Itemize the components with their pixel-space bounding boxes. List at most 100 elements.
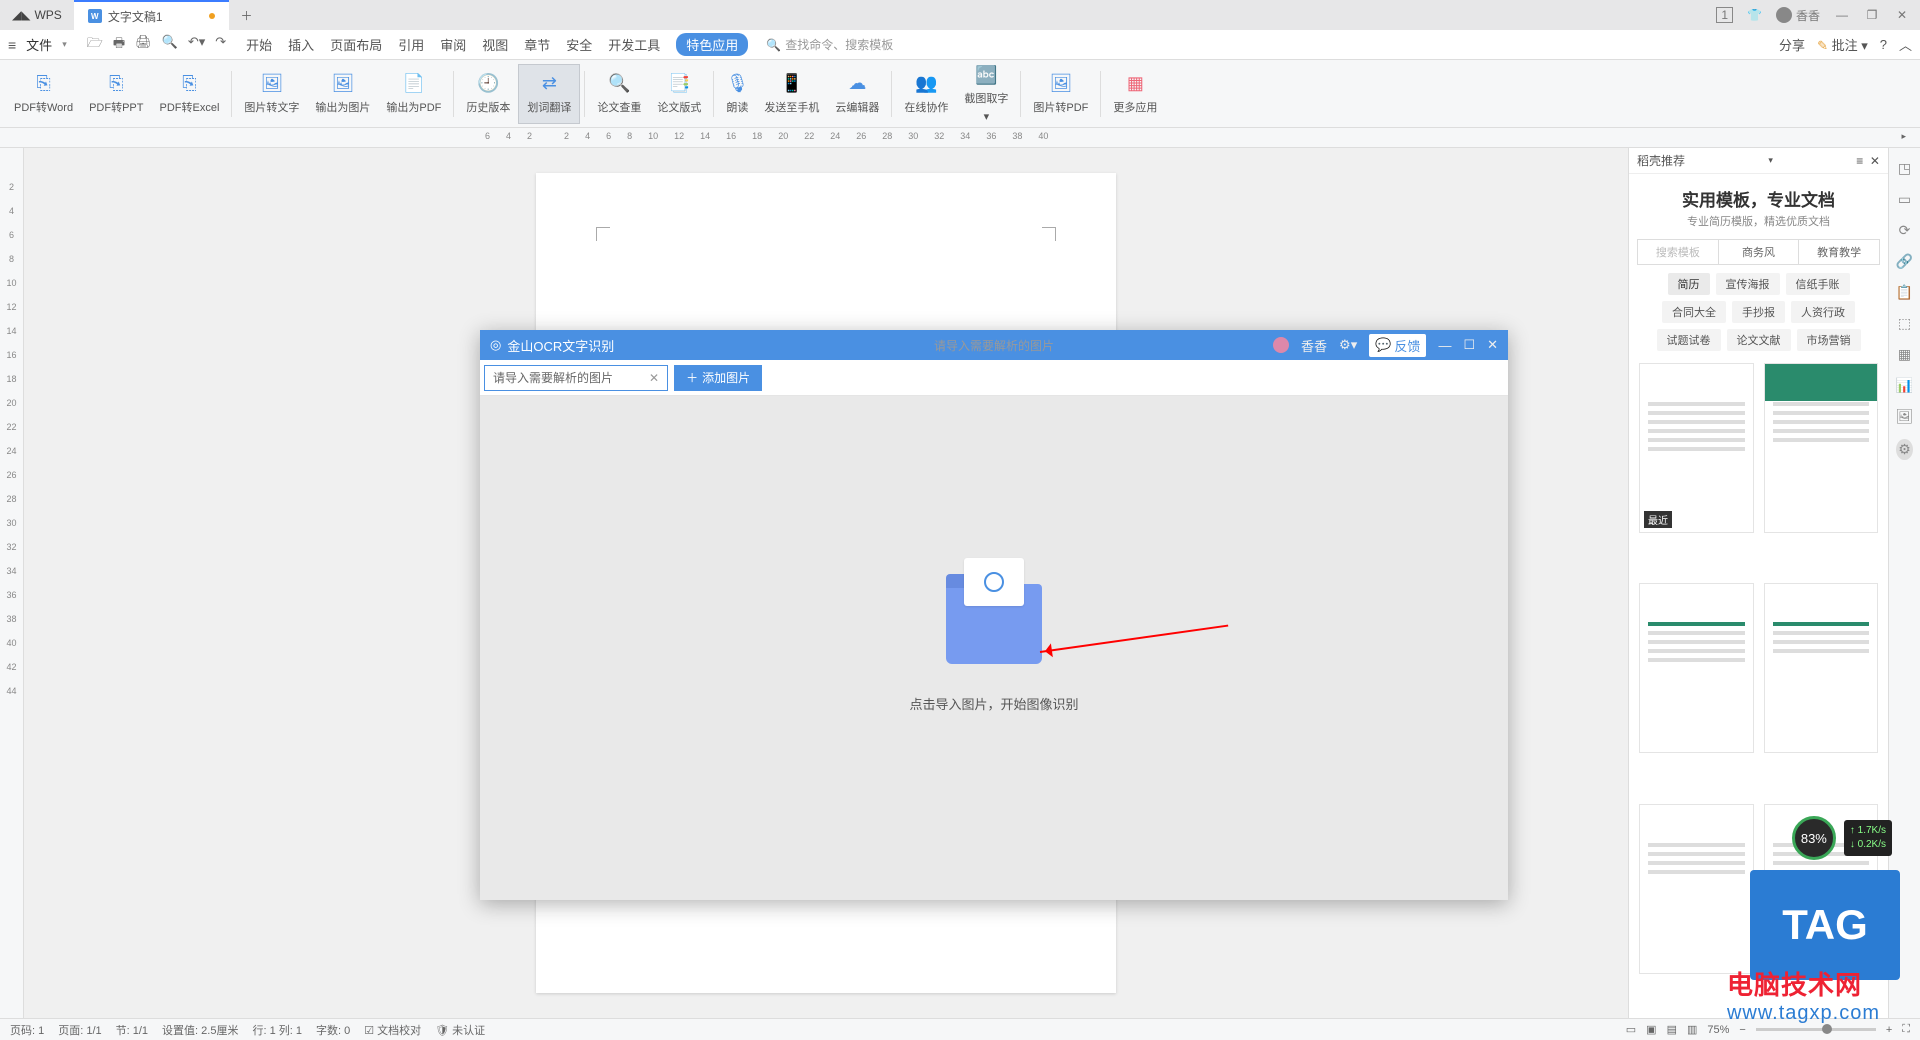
tool-clipboard-icon[interactable]: 📋 xyxy=(1896,284,1913,301)
help-icon[interactable]: ? xyxy=(1880,37,1887,52)
sidebar-close-icon[interactable]: ✕ xyxy=(1870,154,1880,168)
undo-icon[interactable]: ↶▾ xyxy=(188,34,205,56)
view-mode-icon[interactable]: ▭ xyxy=(1626,1023,1636,1036)
export-image-button[interactable]: 🖼输出为图片 xyxy=(307,64,378,124)
tab-reference[interactable]: 引用 xyxy=(398,35,424,54)
tag-resume[interactable]: 简历 xyxy=(1668,273,1710,295)
print-icon[interactable]: 🖨 xyxy=(135,34,152,56)
cloud-editor-button[interactable]: ☁云编辑器 xyxy=(827,64,887,124)
tag-exam[interactable]: 试题试卷 xyxy=(1657,329,1721,351)
file-dropdown-icon[interactable]: ▾ xyxy=(62,39,67,50)
status-words[interactable]: 字数: 0 xyxy=(316,1022,350,1038)
sidebar-tab-business[interactable]: 商务风 xyxy=(1718,240,1799,264)
fullscreen-icon[interactable]: ⛶ xyxy=(1902,1023,1910,1036)
app-logo[interactable]: ◢◣ WPS xyxy=(0,0,74,30)
tab-start[interactable]: 开始 xyxy=(246,35,272,54)
comment-button[interactable]: ✎ 批注 ▾ xyxy=(1817,35,1868,54)
tool-style-icon[interactable]: ◳ xyxy=(1898,160,1911,177)
send-phone-button[interactable]: 📱发送至手机 xyxy=(756,64,827,124)
tool-chart-icon[interactable]: 📊 xyxy=(1896,377,1913,394)
tab-section[interactable]: 章节 xyxy=(524,35,550,54)
new-tab-button[interactable]: ＋ xyxy=(229,7,265,24)
dialog-titlebar[interactable]: ◎ 金山OCR文字识别 请导入需要解析的图片 香香 ⚙▾ 💬反馈 — ☐ ✕ xyxy=(480,330,1508,360)
view-web-icon[interactable]: ▤ xyxy=(1667,1023,1677,1036)
minimize-button[interactable]: — xyxy=(1834,8,1850,22)
tag-handwrite[interactable]: 手抄报 xyxy=(1732,301,1785,323)
dialog-body[interactable]: 点击导入图片，开始图像识别 xyxy=(480,396,1508,900)
user-menu[interactable]: 香香 xyxy=(1776,7,1820,24)
close-button[interactable]: ✕ xyxy=(1894,8,1910,22)
notification-badge[interactable]: 1 xyxy=(1716,7,1733,23)
menu-icon[interactable]: ≡ xyxy=(8,37,16,53)
tool-link-icon[interactable]: 🔗 xyxy=(1896,253,1913,270)
add-image-button[interactable]: ＋ 添加图片 xyxy=(674,365,762,391)
status-pos[interactable]: 设置值: 2.5厘米 xyxy=(162,1022,238,1038)
dialog-maximize-button[interactable]: ☐ xyxy=(1463,337,1475,353)
tag-contract[interactable]: 合同大全 xyxy=(1662,301,1726,323)
zoom-out-icon[interactable]: − xyxy=(1739,1024,1745,1036)
status-page-of[interactable]: 页面: 1/1 xyxy=(58,1022,101,1038)
image-to-pdf-button[interactable]: 🖼图片转PDF xyxy=(1025,64,1096,124)
tool-refresh-icon[interactable]: ⟳ xyxy=(1899,222,1911,239)
zoom-slider[interactable] xyxy=(1756,1028,1876,1031)
command-search[interactable]: 🔍 查找命令、搜索模板 xyxy=(766,36,893,53)
collab-button[interactable]: 👥在线协作 xyxy=(896,64,956,124)
skin-icon[interactable]: 👕 xyxy=(1747,8,1762,22)
translate-button[interactable]: ⇄划词翻译 xyxy=(518,64,580,124)
open-icon[interactable]: 🗁 xyxy=(87,34,103,56)
template-thumb[interactable]: 最近 xyxy=(1639,363,1754,533)
tab-security[interactable]: 安全 xyxy=(566,35,592,54)
sidebar-tab-education[interactable]: 教育教学 xyxy=(1798,240,1879,264)
pdf-to-ppt-button[interactable]: ⎘PDF转PPT xyxy=(81,64,151,124)
tab-special[interactable]: 特色应用 xyxy=(676,33,748,56)
dialog-settings-icon[interactable]: ⚙▾ xyxy=(1339,337,1357,353)
status-section[interactable]: 节: 1/1 xyxy=(116,1022,148,1038)
status-cert[interactable]: 🛡 未认证 xyxy=(435,1022,485,1038)
folder-icon[interactable] xyxy=(946,584,1042,664)
share-button[interactable]: 分享 xyxy=(1779,35,1805,54)
tag-letter[interactable]: 信纸手账 xyxy=(1786,273,1850,295)
dialog-minimize-button[interactable]: — xyxy=(1438,338,1451,353)
view-read-icon[interactable]: ▣ xyxy=(1646,1023,1656,1036)
dialog-close-button[interactable]: ✕ xyxy=(1487,337,1498,353)
template-thumb[interactable] xyxy=(1764,363,1879,533)
tool-select-icon[interactable]: ▭ xyxy=(1898,191,1911,208)
template-thumb[interactable] xyxy=(1639,583,1754,753)
sidebar-tab-search[interactable]: 搜索模板 xyxy=(1638,240,1718,264)
file-menu[interactable]: 文件 xyxy=(26,35,52,54)
tag-paper[interactable]: 论文文献 xyxy=(1727,329,1791,351)
pdf-to-word-button[interactable]: ⎘PDF转Word xyxy=(6,64,81,124)
speed-circle[interactable]: 83% xyxy=(1792,816,1836,860)
save-icon[interactable]: 🖶 xyxy=(113,34,125,56)
redo-icon[interactable]: ↷ xyxy=(215,34,226,56)
paper-check-button[interactable]: 🔍论文查重 xyxy=(589,64,649,124)
tab-review[interactable]: 审阅 xyxy=(440,35,466,54)
tag-hr[interactable]: 人资行政 xyxy=(1791,301,1855,323)
template-thumb[interactable] xyxy=(1639,804,1754,974)
tab-view[interactable]: 视图 xyxy=(482,35,508,54)
breadcrumb-close-icon[interactable]: ✕ xyxy=(641,371,667,385)
tab-insert[interactable]: 插入 xyxy=(288,35,314,54)
collapse-ribbon-icon[interactable]: ︿ xyxy=(1899,35,1912,54)
status-proof[interactable]: ☑ 文档校对 xyxy=(364,1022,421,1038)
collapse-pane-icon[interactable]: ▸ xyxy=(1901,131,1906,142)
paper-layout-button[interactable]: 📑论文版式 xyxy=(649,64,709,124)
tool-image-icon[interactable]: 🖼 xyxy=(1896,408,1914,425)
tool-grid-icon[interactable]: ▦ xyxy=(1898,346,1911,363)
zoom-value[interactable]: 75% xyxy=(1707,1024,1729,1036)
read-aloud-button[interactable]: 🎙朗读 xyxy=(718,64,756,124)
restore-button[interactable]: ❐ xyxy=(1864,8,1880,22)
screenshot-ocr-button[interactable]: 🔤截图取字 ▾ xyxy=(956,64,1016,124)
more-apps-button[interactable]: ▦更多应用 xyxy=(1105,64,1165,124)
export-pdf-button[interactable]: 📄输出为PDF xyxy=(378,64,449,124)
horizontal-ruler[interactable]: 642246810121416182022242628303234363840 … xyxy=(0,128,1920,148)
document-tab[interactable]: W 文字文稿1 xyxy=(74,0,229,30)
tool-shape-icon[interactable]: ⬚ xyxy=(1898,315,1911,332)
pdf-to-excel-button[interactable]: ⎘PDF转Excel xyxy=(152,64,228,124)
tag-poster[interactable]: 宣传海报 xyxy=(1716,273,1780,295)
image-to-text-button[interactable]: 🖼图片转文字 xyxy=(236,64,307,124)
tab-layout[interactable]: 页面布局 xyxy=(330,35,382,54)
status-page-num[interactable]: 页码: 1 xyxy=(10,1022,44,1038)
tab-dev[interactable]: 开发工具 xyxy=(608,35,660,54)
zoom-in-icon[interactable]: + xyxy=(1886,1024,1892,1036)
